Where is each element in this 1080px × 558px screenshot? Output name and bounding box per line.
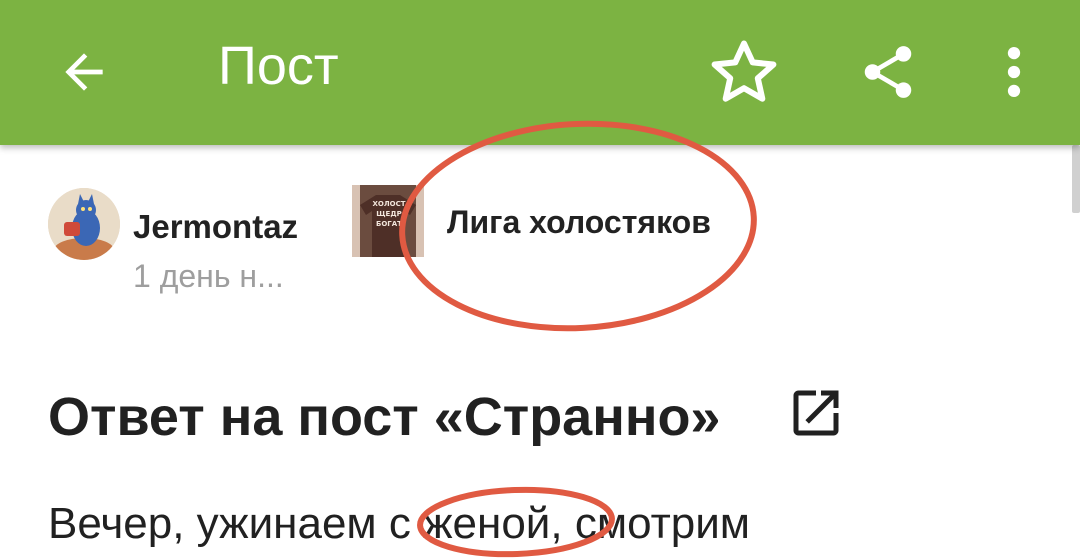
community-name[interactable]: Лига холостяков bbox=[447, 204, 711, 241]
favorite-button[interactable] bbox=[694, 22, 794, 122]
tshirt-text-line: БОГАТ bbox=[376, 220, 402, 228]
author-avatar[interactable] bbox=[48, 188, 120, 260]
share-button[interactable] bbox=[838, 22, 938, 122]
back-button[interactable] bbox=[34, 22, 134, 122]
author-name[interactable]: Jermontaz bbox=[133, 208, 298, 246]
tshirt-text-line: ХОЛОСТ bbox=[372, 200, 406, 208]
tshirt-text-line: ЩЕДР bbox=[376, 210, 402, 218]
star-outline-icon bbox=[711, 40, 777, 102]
more-options-button[interactable] bbox=[964, 22, 1064, 122]
more-vertical-icon bbox=[1007, 46, 1021, 98]
open-in-new-icon bbox=[793, 390, 839, 436]
app-bar: Пост bbox=[0, 0, 1080, 145]
arrow-left-icon bbox=[65, 53, 103, 91]
post-title[interactable]: Ответ на пост «Странно» bbox=[48, 385, 720, 449]
page-title: Пост bbox=[218, 36, 339, 96]
post-body: Вечер, ужинаем с женой, смотрим bbox=[48, 499, 751, 548]
share-icon bbox=[864, 46, 912, 98]
post-time: 1 день н... bbox=[133, 258, 284, 294]
community-avatar[interactable]: ХОЛОСТ ЩЕДР БОГАТ bbox=[352, 185, 424, 257]
cat-avatar-icon bbox=[48, 188, 120, 260]
open-external-button[interactable] bbox=[786, 383, 846, 443]
scrollbar[interactable] bbox=[1072, 145, 1080, 213]
